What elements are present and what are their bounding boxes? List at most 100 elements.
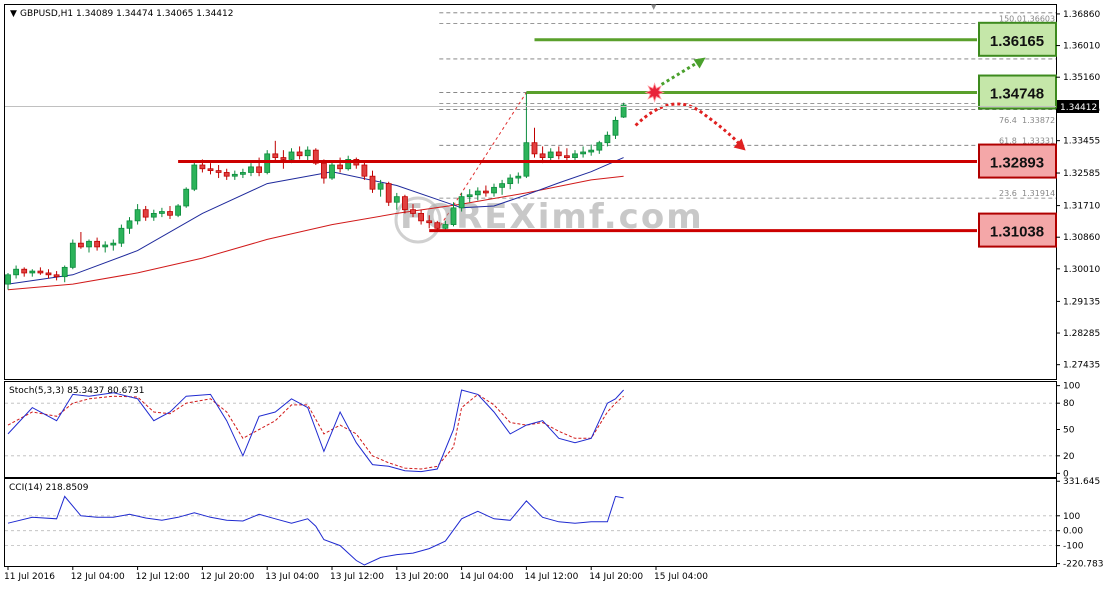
candle-bearish bbox=[418, 212, 425, 222]
fibonacci-level-value: 1.31914 bbox=[1022, 189, 1055, 198]
candle-bearish bbox=[555, 151, 562, 157]
price-tick-label: 1.32585 bbox=[1063, 169, 1100, 179]
candle-bearish bbox=[94, 240, 100, 248]
candle-bullish bbox=[29, 270, 36, 274]
time-tick-label: 12 Jul 04:00 bbox=[71, 572, 125, 582]
candle-bullish bbox=[13, 268, 20, 276]
resistance-level-label: 1.36165 bbox=[990, 33, 1044, 50]
stochastic-panel bbox=[4, 381, 1057, 478]
candle-bearish bbox=[539, 153, 546, 158]
candle-bearish bbox=[564, 155, 570, 158]
candle-bearish bbox=[337, 164, 344, 170]
candle-bullish bbox=[458, 196, 465, 209]
candle-bearish bbox=[272, 153, 279, 158]
resistance-level-label: 1.34748 bbox=[990, 86, 1044, 103]
candle-bearish bbox=[531, 142, 538, 155]
candle-bullish bbox=[134, 209, 141, 222]
candle-bearish bbox=[426, 220, 433, 224]
candle-bullish bbox=[69, 242, 76, 268]
candle-bearish bbox=[167, 211, 173, 216]
candle-bearish bbox=[482, 190, 489, 194]
candle-bullish bbox=[304, 149, 311, 157]
cci-tick-label: 100 bbox=[1063, 512, 1080, 522]
candle-bullish bbox=[61, 266, 68, 278]
candle-bearish bbox=[320, 162, 327, 179]
candle-bullish bbox=[474, 190, 481, 196]
candle-bearish bbox=[410, 209, 416, 214]
candle-bullish bbox=[507, 177, 514, 185]
time-tick-label: 12 Jul 20:00 bbox=[200, 572, 254, 582]
cci-header: CCI(14) 218.8509 bbox=[9, 483, 89, 493]
candle-bullish bbox=[329, 164, 335, 179]
time-tick-label: 14 Jul 20:00 bbox=[589, 572, 643, 582]
candle-bullish bbox=[158, 211, 165, 214]
fibonacci-level-value: 1.33872 bbox=[1022, 116, 1055, 125]
candle-bullish bbox=[393, 196, 400, 203]
stochastic-tick-label: 50 bbox=[1063, 426, 1075, 436]
scroll-marker-icon: ▼ bbox=[651, 3, 657, 11]
candle-bearish bbox=[37, 270, 44, 274]
candle-bullish bbox=[612, 119, 619, 136]
time-axis: 11 Jul 2016 12 Jul 04:00 12 Jul 12:00 12 Ju… bbox=[4, 566, 708, 582]
candle-bearish bbox=[223, 172, 230, 177]
candle-bullish bbox=[183, 188, 190, 207]
stochastic-tick-label: 80 bbox=[1063, 399, 1075, 409]
candle-bullish bbox=[547, 151, 554, 158]
candle-bullish bbox=[515, 175, 522, 179]
candle-bullish bbox=[491, 186, 497, 194]
touch-burst-icon bbox=[644, 82, 665, 103]
candle-bearish bbox=[215, 170, 222, 173]
fibonacci-level-label: 23.6 bbox=[999, 189, 1017, 198]
stochastic-tick-label: 20 bbox=[1063, 452, 1075, 462]
candle-bullish bbox=[191, 164, 198, 190]
support-level-label: 1.32893 bbox=[990, 155, 1044, 172]
gbpusd-h1-chart[interactable]: 150.0 1.3660376.4 1.3387261.8 1.3333123.6 1.… bbox=[0, 0, 1103, 588]
candle-bullish bbox=[175, 205, 182, 216]
time-tick-label: 13 Jul 20:00 bbox=[395, 572, 449, 582]
chart-window: 150.0 1.36603 76.4 1.33872 61.8 1.33331 23.6 1.… bbox=[0, 0, 1103, 588]
chart-header-arrow: ▼ bbox=[10, 9, 17, 19]
candle-bullish bbox=[499, 183, 506, 188]
price-tick-label: 1.27435 bbox=[1063, 361, 1100, 371]
candle-bullish bbox=[231, 173, 238, 177]
candle-bearish bbox=[78, 242, 84, 248]
candle-bullish bbox=[239, 172, 246, 175]
price-axis: 1.368601.360101.351601.343051.334551.325… bbox=[1056, 10, 1100, 371]
time-tick-label: 14 Jul 04:00 bbox=[460, 572, 514, 582]
price-tick-label: 1.31710 bbox=[1063, 202, 1100, 212]
candle-bearish bbox=[21, 268, 28, 274]
candle-bullish bbox=[450, 207, 457, 225]
candle-bullish bbox=[118, 227, 125, 244]
candle-bullish bbox=[5, 274, 11, 285]
price-tick-label: 1.36010 bbox=[1063, 42, 1100, 52]
candle-bullish bbox=[596, 142, 603, 151]
time-tick-label: 15 Jul 04:00 bbox=[654, 572, 708, 582]
candle-bullish bbox=[377, 183, 384, 190]
time-tick-label: 12 Jul 12:00 bbox=[136, 572, 190, 582]
candle-bearish bbox=[53, 274, 60, 278]
support-level-label: 1.31038 bbox=[990, 224, 1044, 241]
candle-bearish bbox=[369, 175, 376, 190]
candle-bearish bbox=[199, 164, 206, 170]
candle-bullish bbox=[110, 242, 117, 246]
candle-bullish bbox=[466, 194, 473, 198]
candle-bullish bbox=[580, 151, 586, 155]
fibonacci-level-label: 76.4 bbox=[999, 116, 1017, 125]
candle-bearish bbox=[142, 209, 149, 218]
time-tick-label: 13 Jul 12:00 bbox=[330, 572, 384, 582]
cci-tick-label: 331.645 bbox=[1063, 477, 1100, 487]
cci-tick-label: -100 bbox=[1063, 542, 1084, 552]
candle-bullish bbox=[442, 224, 449, 229]
price-tick-label: 1.28285 bbox=[1063, 329, 1100, 339]
watermark-group: FOREXimf.com bbox=[394, 196, 702, 244]
price-tick-label: 1.29135 bbox=[1063, 297, 1100, 307]
candle-bearish bbox=[256, 166, 263, 173]
candle-bullish bbox=[288, 151, 295, 160]
candle-bullish bbox=[150, 212, 157, 218]
candle-bearish bbox=[401, 196, 408, 211]
candle-bullish bbox=[86, 240, 92, 248]
price-tick-label: 1.30010 bbox=[1063, 265, 1100, 275]
candle-bullish bbox=[523, 142, 530, 177]
candle-bullish bbox=[264, 153, 271, 173]
candle-bullish bbox=[572, 153, 578, 158]
